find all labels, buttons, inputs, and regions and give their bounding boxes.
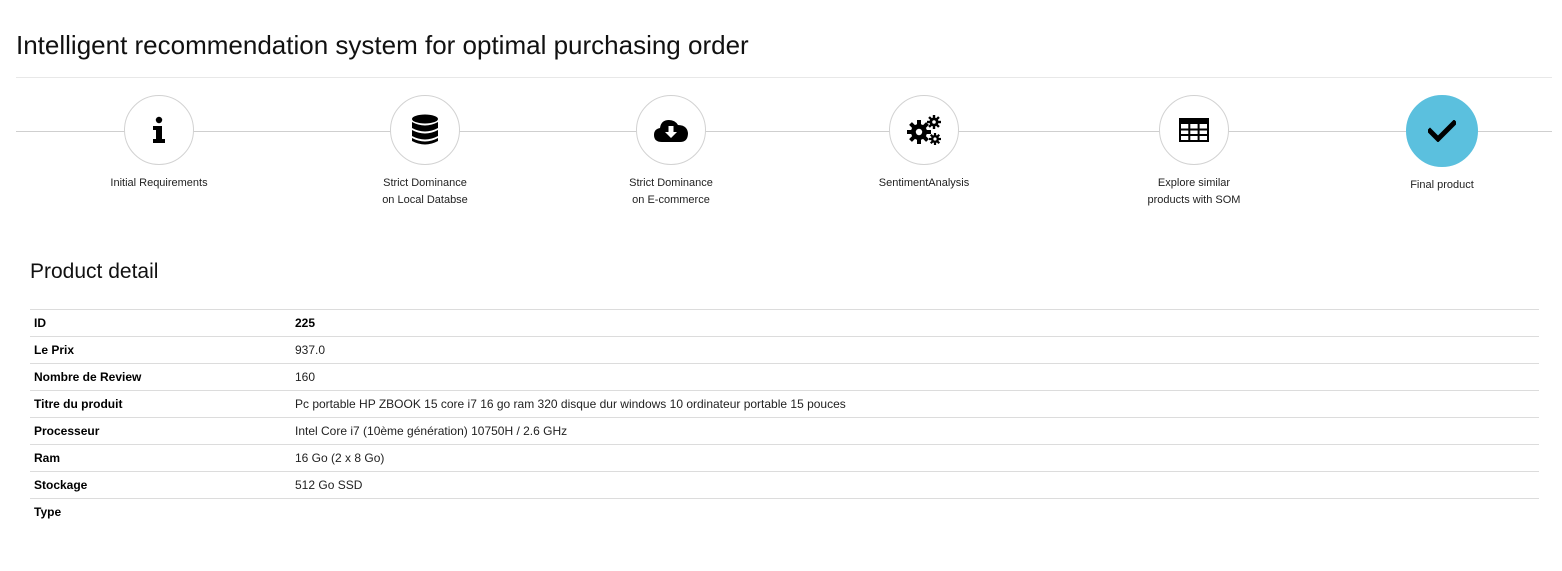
step-local-database[interactable]: Strict Dominance on Local Databse <box>335 95 515 209</box>
step-circle[interactable] <box>636 95 706 165</box>
title-divider <box>16 77 1552 78</box>
row-value: Pc portable HP ZBOOK 15 core i7 16 go ra… <box>291 390 1539 418</box>
table-row: Stockage 512 Go SSD <box>30 471 1539 499</box>
table-row: Processeur Intel Core i7 (10ème générati… <box>30 417 1539 445</box>
wizard-stepper: Initial Requirements Strict Dominance on… <box>0 95 1562 215</box>
step-label: SentimentAnalysis <box>878 177 970 189</box>
gears-icon <box>907 115 941 145</box>
table-row: Nombre de Review 160 <box>30 363 1539 391</box>
step-label: Strict Dominance on E-commerce <box>629 177 713 206</box>
step-label: Initial Requirements <box>110 177 208 189</box>
step-som[interactable]: Explore similar products with SOM <box>1104 95 1284 209</box>
row-value: 937.0 <box>291 336 1539 364</box>
row-key: Processeur <box>30 417 291 445</box>
step-circle[interactable] <box>889 95 959 165</box>
page-title: Intelligent recommendation system for op… <box>16 30 749 60</box>
step-circle[interactable] <box>1159 95 1229 165</box>
row-key: Stockage <box>30 471 291 499</box>
row-value: 512 Go SSD <box>291 471 1539 499</box>
row-key: Nombre de Review <box>30 363 291 391</box>
step-label: Strict Dominance on Local Databse <box>382 177 468 206</box>
row-key: Type <box>30 498 291 525</box>
row-key: Ram <box>30 444 291 472</box>
row-value: 225 <box>291 309 1539 337</box>
step-sentiment-analysis[interactable]: SentimentAnalysis <box>834 95 1014 192</box>
table-row: ID 225 <box>30 309 1539 337</box>
step-initial-requirements[interactable]: Initial Requirements <box>69 95 249 192</box>
cloud-download-icon <box>654 120 688 142</box>
step-label: Final product <box>1410 179 1474 191</box>
step-ecommerce[interactable]: Strict Dominance on E-commerce <box>581 95 761 209</box>
table-row: Le Prix 937.0 <box>30 336 1539 364</box>
row-value: 16 Go (2 x 8 Go) <box>291 444 1539 472</box>
step-circle-active[interactable] <box>1406 95 1478 167</box>
row-key: Titre du produit <box>30 390 291 418</box>
step-label: Explore similar products with SOM <box>1147 177 1241 206</box>
table-icon <box>1179 118 1209 142</box>
table-row: Titre du produit Pc portable HP ZBOOK 15… <box>30 390 1539 418</box>
step-circle[interactable] <box>390 95 460 165</box>
table-row: Type <box>30 498 1539 525</box>
row-value: Intel Core i7 (10ème génération) 10750H … <box>291 417 1539 445</box>
product-detail-table: ID 225 Le Prix 937.0 Nombre de Review 16… <box>30 309 1539 525</box>
step-final-product[interactable]: Final product <box>1352 95 1532 194</box>
row-key: ID <box>30 309 291 337</box>
step-circle[interactable] <box>124 95 194 165</box>
database-icon <box>412 114 438 145</box>
info-icon <box>153 116 165 143</box>
check-icon <box>1428 120 1456 142</box>
product-detail-title: Product detail <box>30 260 159 283</box>
row-value: 160 <box>291 363 1539 391</box>
row-value <box>291 498 1539 525</box>
row-key: Le Prix <box>30 336 291 364</box>
table-row: Ram 16 Go (2 x 8 Go) <box>30 444 1539 472</box>
